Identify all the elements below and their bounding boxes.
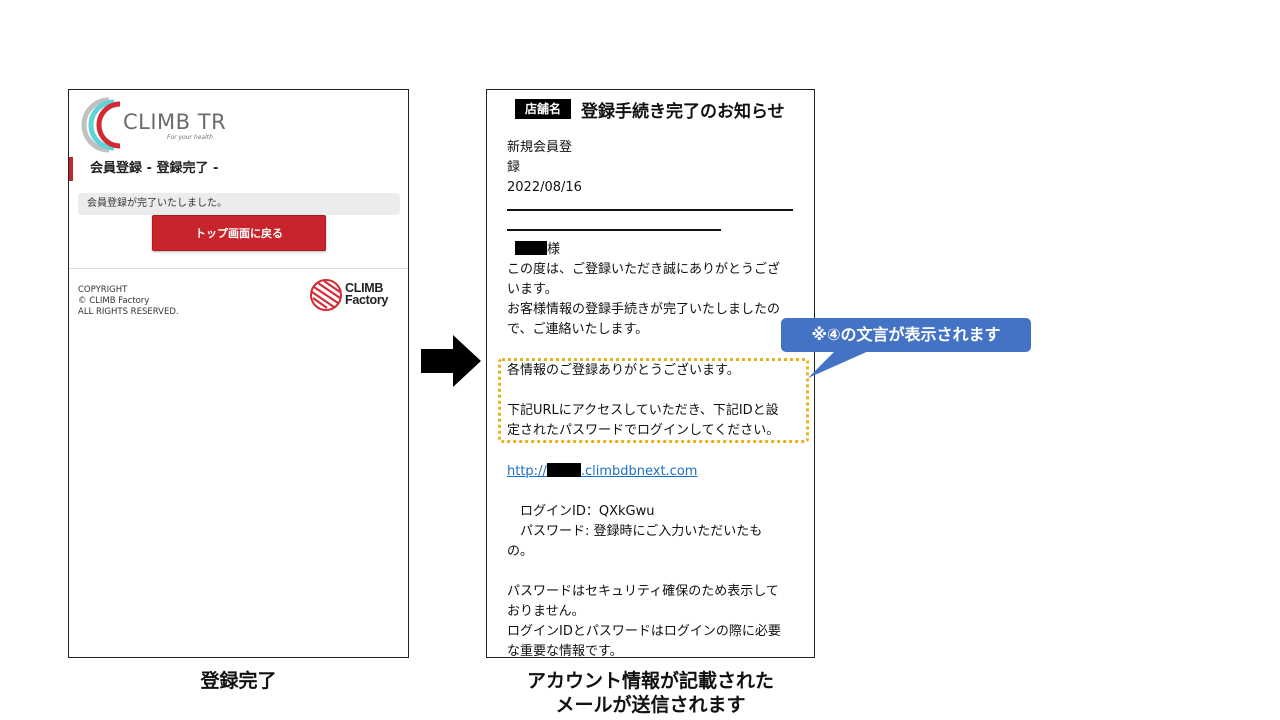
climb-factory-logo: CLIMB Factory: [309, 278, 399, 314]
completion-message: 会員登録が完了いたしました。: [78, 193, 400, 215]
redacted-name: [515, 241, 547, 255]
meta-line: 2022/08/16: [507, 180, 582, 195]
page-title: 会員登録 - 登録完了 -: [69, 157, 408, 181]
shop-name-badge: 店舗名: [515, 99, 572, 119]
intro-line: います。: [507, 282, 558, 297]
copyright-text: COPYRIGHT © CLIMB Factory ALL RIGHTS RES…: [78, 285, 179, 318]
climb-tr-logo: CLIMB TR For your health: [79, 96, 239, 154]
callout-note: ※④の文言が表示されます: [781, 318, 1031, 352]
climb-factory-logo-icon: [310, 279, 342, 311]
password-line: パスワード: 登録時にご入力いただいたも: [507, 524, 763, 539]
security-line: おりません。: [507, 604, 585, 619]
logo-tagline: For your health: [167, 134, 213, 141]
intro-line: で、ご連絡いたします。: [507, 322, 649, 337]
email-header: 店舗名 登録手続き完了のお知らせ: [515, 97, 785, 122]
right-arrow-icon: [421, 335, 481, 387]
security-line: ログインIDとパスワードはログインの際に必要: [507, 624, 781, 639]
url-prefix[interactable]: http://: [507, 464, 547, 479]
email-meta: 新規会員登 録 2022/08/16: [507, 138, 802, 198]
security-note: パスワードはセキュリティ確保のため表示して おりません。 ログインIDとパスワー…: [507, 582, 797, 658]
highlight-frame: [498, 358, 809, 443]
greeting-line: 様: [507, 240, 797, 260]
login-id: ログインID：QXkGwu: [507, 504, 655, 519]
email-subject: 登録手続き完了のお知らせ: [581, 101, 785, 122]
password-line: の。: [507, 544, 534, 559]
redacted-subdomain: [546, 463, 581, 477]
url-suffix[interactable]: .climbdbnext.com: [581, 464, 698, 479]
separator-line: [507, 229, 721, 231]
caption-line: メールが送信されます: [555, 694, 746, 716]
intro-line: この度は、ご登録いただき誠にありがとうござ: [507, 262, 781, 277]
meta-line: 録: [507, 160, 521, 175]
caption-line: アカウント情報が記載された: [526, 670, 774, 692]
security-line: パスワードはセキュリティ確保のため表示して: [507, 584, 779, 599]
callout-pointer: [808, 346, 880, 378]
password-info: パスワード: 登録時にご入力いただいたも の。: [507, 522, 797, 562]
right-caption: アカウント情報が記載された メールが送信されます: [486, 669, 815, 717]
copyright-line: COPYRIGHT: [78, 285, 128, 295]
intro-paragraph: この度は、ご登録いただき誠にありがとうござ います。 お客様情報の登録手続きが完…: [507, 260, 797, 340]
separator-line: [507, 209, 793, 211]
footer-divider: [69, 268, 408, 269]
climb-factory-wordmark: CLIMB Factory: [345, 282, 389, 307]
copyright-line: © CLIMB Factory: [78, 296, 150, 306]
security-line: な重要な情報です。: [507, 644, 623, 658]
logo-name: CLIMB TR: [123, 110, 227, 134]
wordmark-line: Factory: [345, 293, 389, 307]
left-caption: 登録完了: [200, 670, 277, 692]
greeting-suffix: 様: [547, 242, 561, 257]
back-to-top-button[interactable]: トップ画面に戻る: [152, 215, 326, 251]
copyright-line: ALL RIGHTS RESERVED.: [78, 307, 179, 317]
intro-line: お客様情報の登録手続きが完了いたしましたの: [507, 302, 781, 317]
login-url[interactable]: http:// .climbdbnext.com: [507, 462, 797, 482]
climb-tr-logo-icon: [81, 97, 121, 153]
meta-line: 新規会員登: [507, 140, 573, 155]
registration-complete-screen: CLIMB TR For your health 会員登録 - 登録完了 - 会…: [68, 89, 409, 658]
